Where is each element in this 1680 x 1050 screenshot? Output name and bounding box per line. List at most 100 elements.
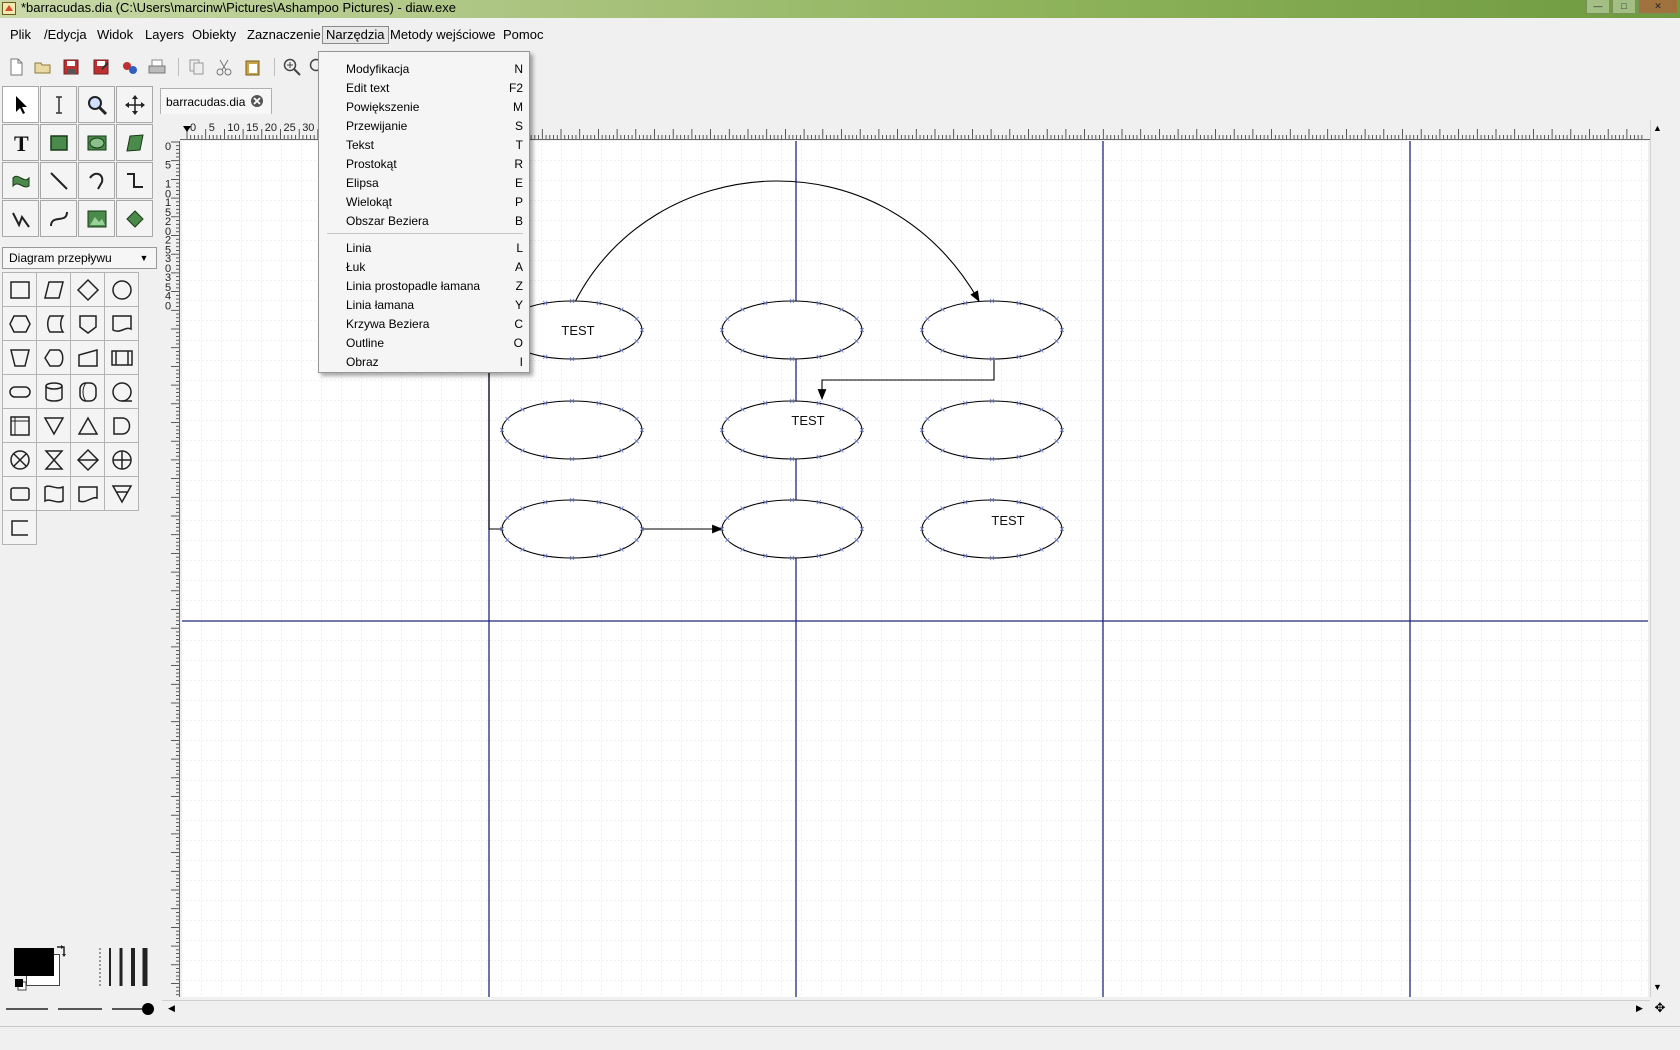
shape-delay[interactable] [104, 408, 139, 443]
menu-item-elipsa[interactable]: Elipsa E [319, 174, 531, 193]
menu-metody-wejsciowe[interactable]: Metody wejściowe [387, 27, 499, 44]
zigzag-line-tool[interactable] [116, 162, 153, 199]
menu-obiekty[interactable]: Obiekty [189, 27, 239, 44]
bezier-line-tool[interactable] [40, 200, 77, 237]
menu-item-powiekszenie[interactable]: Powiększenie M [319, 98, 531, 117]
shape-data[interactable] [36, 272, 71, 307]
print-icon[interactable] [147, 57, 167, 77]
menu-narzedzia[interactable]: Narzędzia [322, 26, 389, 44]
menu-item-tekst[interactable]: Tekst T [319, 136, 531, 155]
menu-item-modyfikacja[interactable]: Modyfikacja N [319, 60, 531, 79]
shape-card[interactable] [2, 476, 37, 511]
menu-edycja[interactable]: /Edycja [41, 27, 90, 44]
menu-item-przewijanie[interactable]: Przewijanie S [319, 117, 531, 136]
paste-icon[interactable] [243, 57, 263, 77]
outline-tool[interactable] [116, 200, 153, 237]
shape-offline-storage[interactable] [70, 476, 105, 511]
maximize-button[interactable]: □ [1612, 0, 1636, 14]
menu-item-linia[interactable]: Linia L [319, 239, 531, 258]
image-tool[interactable] [78, 200, 115, 237]
menu-item-edit-text[interactable]: Edit text F2 [319, 79, 531, 98]
start-arrow-selector[interactable] [2, 997, 52, 1021]
horizontal-scrollbar[interactable]: ◀ ▶ [162, 1000, 1650, 1016]
beziergon-tool[interactable] [2, 162, 39, 199]
shape-extract[interactable] [70, 408, 105, 443]
scroll-down-arrow[interactable]: ▼ [1653, 982, 1662, 992]
shape-internal-storage[interactable] [2, 408, 37, 443]
shape-manual-operation[interactable] [2, 340, 37, 375]
shape-annotation[interactable] [2, 510, 37, 545]
copy-icon[interactable] [187, 57, 207, 77]
shape-collate[interactable] [36, 442, 71, 477]
shape-magnetic-disk[interactable] [36, 374, 71, 409]
shape-stored-data[interactable] [36, 306, 71, 341]
shape-punched-tape[interactable] [36, 476, 71, 511]
end-arrow-selector[interactable] [108, 997, 158, 1021]
line-width-selector[interactable] [96, 946, 148, 988]
swap-colors-icon[interactable] [54, 944, 68, 958]
sheet-selector[interactable]: Diagram przepływu ▼ [2, 247, 157, 269]
export-icon[interactable] [120, 57, 140, 77]
shape-terminal[interactable] [2, 374, 37, 409]
menu-zaznaczenie[interactable]: Zaznaczenie [244, 27, 324, 44]
menu-item-wielokat[interactable]: Wielokąt P [319, 193, 531, 212]
foreground-color-swatch[interactable] [14, 948, 54, 976]
scroll-tool[interactable] [116, 86, 153, 123]
shape-manual-input[interactable] [70, 340, 105, 375]
menu-item-luk[interactable]: Łuk A [319, 258, 531, 277]
shape-summing-junction[interactable] [2, 442, 37, 477]
arc-tool[interactable] [78, 162, 115, 199]
menu-item-prostokat[interactable]: Prostokąt R [319, 155, 531, 174]
modify-tool[interactable] [2, 86, 39, 123]
open-folder-icon[interactable] [33, 57, 53, 77]
vertical-ruler[interactable]: 0510152025303540 [162, 141, 180, 997]
scroll-right-arrow[interactable]: ▶ [1636, 1003, 1643, 1014]
vertical-scrollbar[interactable]: ▲ ▼ [1650, 120, 1666, 997]
cut-icon[interactable] [214, 57, 234, 77]
shape-document[interactable] [104, 306, 139, 341]
shape-or[interactable] [104, 442, 139, 477]
polygon-tool[interactable] [116, 124, 153, 161]
line-style-dropdown[interactable] [54, 997, 106, 1021]
shape-direct-access[interactable] [70, 374, 105, 409]
ellipse-tool[interactable] [78, 124, 115, 161]
new-file-icon[interactable] [6, 57, 26, 77]
shape-preparation[interactable] [2, 306, 37, 341]
text-tool[interactable]: T [2, 124, 39, 161]
magnify-tool[interactable] [78, 86, 115, 123]
shape-display[interactable] [36, 340, 71, 375]
box-tool[interactable] [40, 124, 77, 161]
reset-colors-icon[interactable] [14, 978, 28, 992]
menu-item-krzywa-beziera[interactable]: Krzywa Beziera C [319, 315, 531, 334]
close-tab-icon[interactable] [250, 94, 264, 108]
zoom-in-icon[interactable] [282, 57, 302, 77]
menu-layers[interactable]: Layers [142, 27, 187, 44]
menu-widok[interactable]: Widok [94, 27, 136, 44]
shape-connector[interactable] [104, 272, 139, 307]
line-tool[interactable] [40, 162, 77, 199]
polyline-tool[interactable] [2, 200, 39, 237]
text-edit-tool[interactable] [40, 86, 77, 123]
shape-merge[interactable] [36, 408, 71, 443]
shape-sequential-access[interactable] [104, 374, 139, 409]
save-icon[interactable] [61, 57, 81, 77]
scroll-up-arrow[interactable]: ▲ [1653, 123, 1662, 133]
menu-item-obszar-beziera[interactable]: Obszar Beziera B [319, 212, 531, 231]
menu-item-linia-lamana[interactable]: Linia łamana Y [319, 296, 531, 315]
shape-transport[interactable] [104, 476, 139, 511]
shape-offpage[interactable] [70, 306, 105, 341]
menu-item-linia-prostopadle-lamana[interactable]: Linia prostopadle łamana Z [319, 277, 531, 296]
menu-item-obraz[interactable]: Obraz I [319, 353, 531, 372]
close-button[interactable]: ✕ [1638, 0, 1678, 14]
navigation-icon[interactable]: ✥ [1652, 1000, 1668, 1016]
shape-predefined-process[interactable] [104, 340, 139, 375]
menu-plik[interactable]: Plik [7, 27, 34, 44]
scroll-left-arrow[interactable]: ◀ [168, 1003, 175, 1014]
menu-item-outline[interactable]: Outline O [319, 334, 531, 353]
shape-process[interactable] [2, 272, 37, 307]
shape-sort[interactable] [70, 442, 105, 477]
menu-pomoc[interactable]: Pomoc [500, 27, 546, 44]
minimize-button[interactable]: — [1586, 0, 1610, 14]
tab-barracudas[interactable]: barracudas.dia [160, 88, 272, 114]
shape-decision[interactable] [70, 272, 105, 307]
